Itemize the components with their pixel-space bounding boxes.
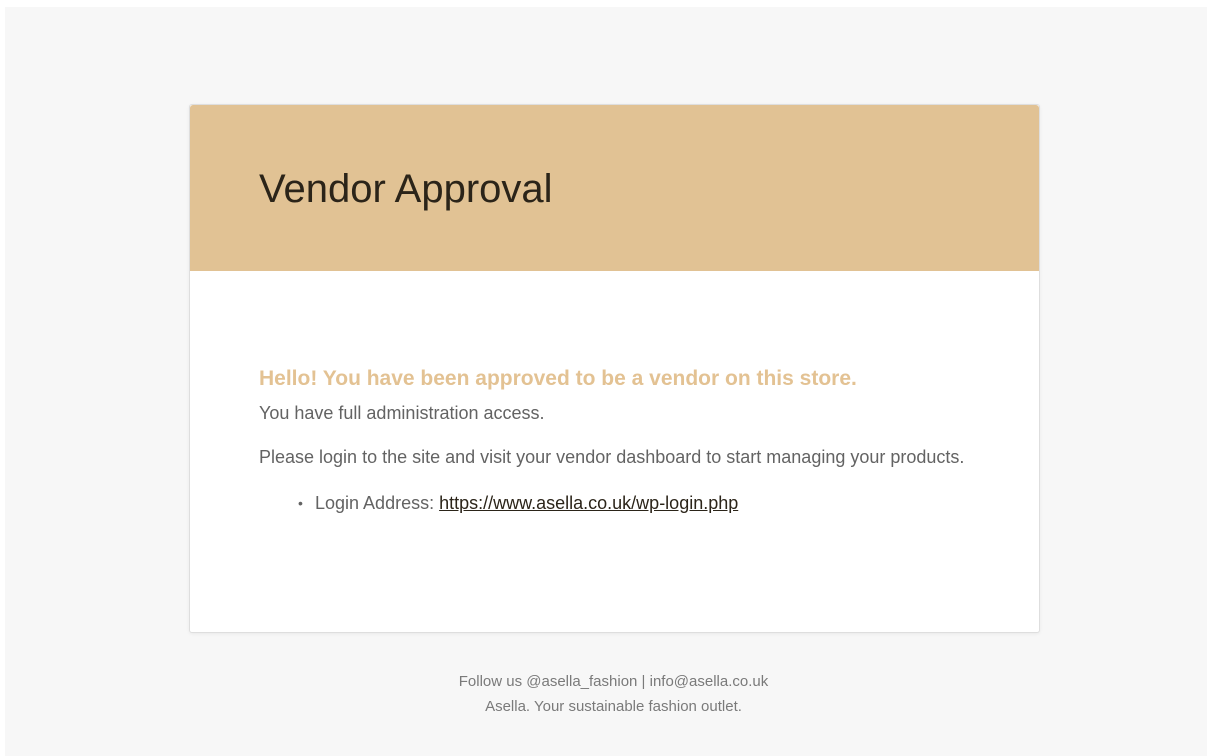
- email-card: Vendor Approval Hello! You have been app…: [189, 104, 1040, 633]
- email-header: Vendor Approval: [190, 105, 1039, 271]
- footer-social-contact: Follow us @asella_fashion | info@asella.…: [458, 673, 769, 690]
- list-item: • Login Address: https://www.asella.co.u…: [298, 488, 979, 518]
- approval-greeting: Hello! You have been approved to be a ve…: [259, 367, 857, 390]
- bullet-icon: •: [298, 495, 303, 511]
- email-body: Hello! You have been approved to be a ve…: [259, 366, 979, 518]
- footer-tagline: Asella. Your sustainable fashion outlet.: [485, 698, 742, 715]
- details-list: • Login Address: https://www.asella.co.u…: [259, 488, 979, 518]
- access-text: You have full administration access.: [259, 403, 545, 423]
- login-address-label: Login Address:: [315, 493, 440, 513]
- login-address-link[interactable]: https://www.asella.co.uk/wp-login.php: [439, 493, 738, 513]
- login-instructions: Please login to the site and visit your …: [259, 447, 965, 467]
- email-title: Vendor Approval: [259, 167, 553, 211]
- email-footer: Follow us @asella_fashion | info@asella.…: [189, 669, 1038, 719]
